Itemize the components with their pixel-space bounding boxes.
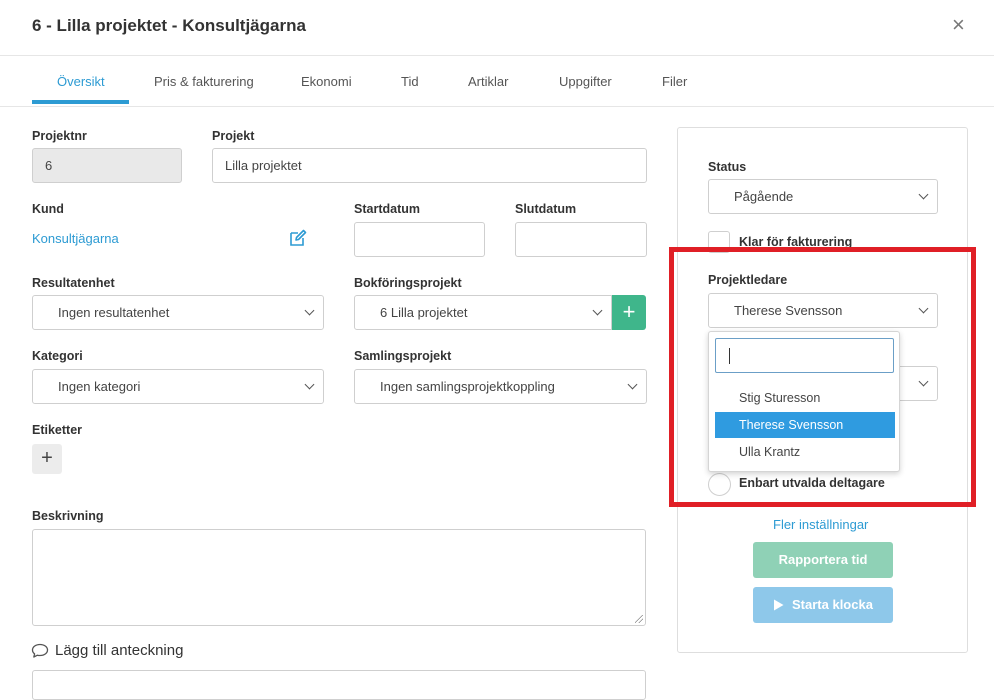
add-bokforing-button[interactable]: + [612,295,646,330]
active-tab-indicator [32,100,129,104]
klar-fakturering-checkbox[interactable] [708,231,730,253]
projektnr-label: Projektnr [32,129,87,143]
beskrivning-label: Beskrivning [32,509,104,523]
text-caret [729,348,730,364]
bokforing-value: 6 Lilla projektet [380,305,468,320]
modal-header: 6 - Lilla projektet - Konsultjägarna × [0,0,994,56]
kund-label: Kund [32,202,64,216]
status-label: Status [708,160,747,174]
dropdown-option-selected[interactable]: Therese Svensson [715,412,895,438]
dropdown-search-input[interactable] [715,338,894,373]
resultatenhet-label: Resultatenhet [32,276,115,290]
kategori-label: Kategori [32,349,83,363]
tab-ekonomi[interactable]: Ekonomi [301,74,352,89]
modal-title: 6 - Lilla projektet - Konsultjägarna [32,16,306,35]
resize-handle[interactable] [635,615,643,623]
resultatenhet-select[interactable]: Ingen resultatenhet [32,295,324,330]
tab-uppgifter[interactable]: Uppgifter [559,74,612,89]
play-icon [774,599,784,611]
bokforing-select[interactable]: 6 Lilla projektet [354,295,612,330]
samlings-label: Samlingsprojekt [354,349,452,363]
rapportera-tid-button[interactable]: Rapportera tid [753,542,893,578]
projektledare-value: Therese Svensson [734,303,843,318]
starta-klocka-button[interactable]: Starta klocka [753,587,893,623]
status-select[interactable]: Pågående [708,179,938,214]
samlings-select[interactable]: Ingen samlingsprojektkoppling [354,369,647,404]
status-value: Pågående [734,189,794,204]
kategori-select[interactable]: Ingen kategori [32,369,324,404]
projektnr-field: 6 [32,148,182,183]
tab-filer[interactable]: Filer [662,74,687,89]
samlings-value: Ingen samlingsprojektkoppling [380,379,555,394]
speech-bubble-icon [31,643,49,658]
startdatum-input[interactable] [354,222,485,257]
slutdatum-input[interactable] [515,222,647,257]
chevron-down-icon [304,305,315,316]
beskrivning-textarea[interactable] [32,529,646,626]
enbart-deltagare-radio[interactable] [708,473,731,496]
enbart-deltagare-label: Enbart utvalda deltagare [739,476,885,490]
starta-klocka-label: Starta klocka [792,597,873,612]
tab-oversikt[interactable]: Översikt [57,74,105,89]
tab-pris-fakturering[interactable]: Pris & fakturering [154,74,254,89]
tab-artiklar[interactable]: Artiklar [468,74,508,89]
projektledare-select[interactable]: Therese Svensson [708,293,938,328]
startdatum-label: Startdatum [354,202,420,216]
etiketter-label: Etiketter [32,423,83,437]
close-icon[interactable]: × [952,14,965,36]
chevron-down-icon [304,379,315,390]
chevron-down-icon [918,189,929,200]
add-etikett-button[interactable]: + [32,444,62,474]
kund-link[interactable]: Konsultjägarna [32,231,119,246]
projekt-label: Projekt [212,129,255,143]
dropdown-option[interactable]: Ulla Krantz [715,439,895,465]
kategori-value: Ingen kategori [58,379,141,394]
slutdatum-label: Slutdatum [515,202,577,216]
tab-bar: Översikt Pris & fakturering Ekonomi Tid … [0,56,994,107]
chevron-down-icon [592,305,603,316]
projekt-name-input[interactable]: Lilla projektet [212,148,647,183]
chevron-down-icon [918,303,929,314]
klar-fakturering-label: Klar för fakturering [739,235,853,249]
projektledare-label: Projektledare [708,273,788,287]
add-note-link[interactable]: Lägg till anteckning [55,642,183,659]
chevron-down-icon [918,376,929,387]
projektledare-dropdown: Stig Sturesson Therese Svensson Ulla Kra… [708,331,900,472]
resultatenhet-value: Ingen resultatenhet [58,305,170,320]
chevron-down-icon [627,379,638,390]
note-input[interactable] [32,670,646,700]
bokforing-label: Bokföringsprojekt [354,276,462,290]
tab-tid[interactable]: Tid [401,74,419,89]
dropdown-option[interactable]: Stig Sturesson [715,385,895,411]
edit-icon[interactable] [288,228,308,248]
fler-installningar-link[interactable]: Fler inställningar [773,517,868,532]
project-modal: 6 - Lilla projektet - Konsultjägarna × Ö… [0,0,994,700]
